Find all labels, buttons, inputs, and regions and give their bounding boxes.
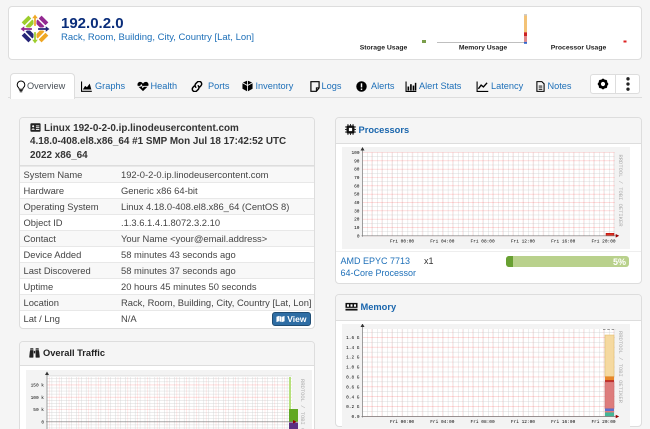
svg-text:Memory Usage: Memory Usage — [459, 45, 508, 52]
svg-text:100 k: 100 k — [31, 395, 45, 401]
svg-text:80: 80 — [354, 167, 360, 173]
svg-text:RRDTOOL / TOBI OETIKER: RRDTOOL / TOBI OETIKER — [617, 331, 624, 404]
svg-text:Fri 16:00: Fri 16:00 — [551, 419, 575, 425]
svg-text:0.4 G: 0.4 G — [346, 394, 360, 400]
svg-text:Fri 12:00: Fri 12:00 — [511, 238, 535, 244]
svg-text:0.0: 0.0 — [351, 414, 359, 420]
svg-text:90: 90 — [354, 158, 360, 164]
svg-text:10: 10 — [354, 225, 360, 231]
svg-text:0.2 G: 0.2 G — [346, 404, 360, 410]
svg-text:RRDTOOL / TOBI OETIKER: RRDTOOL / TOBI OETIKER — [299, 379, 306, 429]
svg-text:100: 100 — [351, 150, 359, 156]
svg-text:0: 0 — [357, 233, 360, 239]
svg-text:Fri 00:00: Fri 00:00 — [390, 238, 414, 244]
svg-text:1.0 G: 1.0 G — [346, 365, 360, 371]
svg-text:20: 20 — [354, 217, 360, 223]
svg-text:Processor Usage: Processor Usage — [551, 45, 607, 52]
svg-text:Fri 04:00: Fri 04:00 — [430, 419, 454, 425]
svg-text:0.8 G: 0.8 G — [346, 374, 360, 380]
svg-text:Fri 12:00: Fri 12:00 — [511, 419, 535, 425]
svg-text:1.2 G: 1.2 G — [346, 355, 360, 361]
svg-text:50 k: 50 k — [33, 407, 44, 413]
svg-text:40: 40 — [354, 200, 360, 206]
svg-text:30: 30 — [354, 208, 360, 214]
svg-text:Fri 00:00: Fri 00:00 — [390, 419, 414, 425]
svg-text:70: 70 — [354, 175, 360, 181]
svg-text:Fri 04:00: Fri 04:00 — [430, 238, 454, 244]
svg-text:Fri 08:00: Fri 08:00 — [471, 419, 495, 425]
svg-text:Fri 20:00: Fri 20:00 — [591, 419, 615, 425]
svg-text:0: 0 — [41, 419, 44, 425]
svg-text:150 k: 150 k — [31, 382, 45, 388]
svg-text:Fri 16:00: Fri 16:00 — [551, 238, 575, 244]
svg-text:Storage Usage: Storage Usage — [360, 45, 408, 52]
svg-text:1.4 G: 1.4 G — [346, 345, 360, 351]
svg-text:Fri 20:00: Fri 20:00 — [591, 238, 615, 244]
svg-text:60: 60 — [354, 183, 360, 189]
svg-text:50: 50 — [354, 192, 360, 198]
svg-text:0.6 G: 0.6 G — [346, 384, 360, 390]
svg-text:Fri 08:00: Fri 08:00 — [471, 238, 495, 244]
svg-text:1.6 G: 1.6 G — [346, 335, 360, 341]
svg-text:RRDTOOL / TOBI OETIKER: RRDTOOL / TOBI OETIKER — [617, 155, 624, 228]
